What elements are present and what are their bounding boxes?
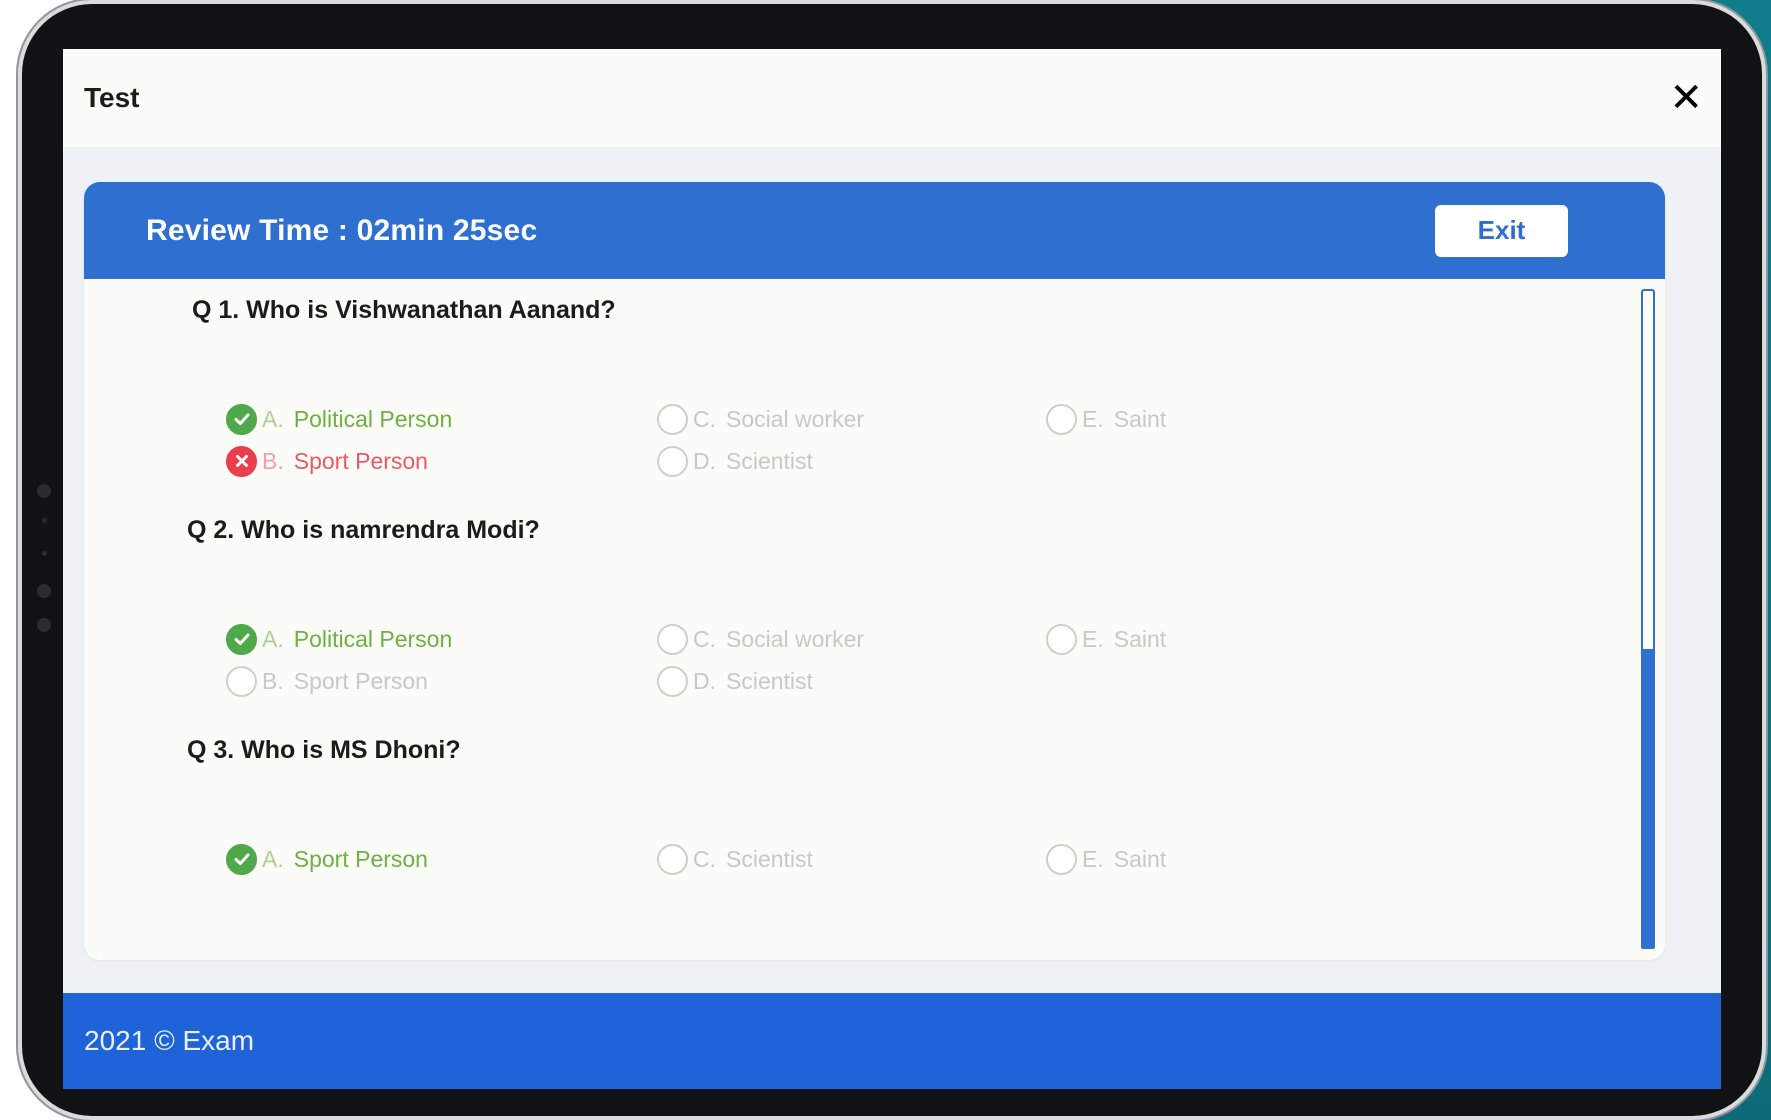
option-letter: E.	[1082, 845, 1104, 872]
review-header: Review Time : 02min 25sec Exit	[84, 182, 1665, 279]
option-text: Social worker	[726, 625, 865, 652]
option-text: Saint	[1113, 845, 1167, 872]
tablet-dot	[41, 551, 47, 556]
radio-circle-icon	[657, 665, 688, 697]
option-text: Saint	[1113, 625, 1167, 652]
answer-option-e[interactable]: E. Saint	[1046, 622, 1166, 656]
option-text: Sport Person	[293, 845, 428, 872]
tablet-dot	[37, 618, 51, 632]
option-text: Scientist	[726, 447, 813, 474]
close-icon[interactable]: ✕	[1669, 78, 1703, 118]
review-time-label: Review Time : 02min 25sec	[146, 213, 538, 247]
answer-option-b[interactable]: B. Sport Person	[226, 444, 428, 478]
check-circle-icon	[226, 843, 257, 875]
footer-text: 2021 © Exam	[84, 1025, 255, 1056]
option-letter: E.	[1082, 625, 1104, 652]
scrollbar-thumb[interactable]	[1641, 649, 1655, 949]
option-letter: C.	[693, 625, 716, 652]
answer-option-a[interactable]: A. Political Person	[226, 622, 452, 656]
cross-circle-icon	[226, 445, 257, 477]
review-card: Review Time : 02min 25sec Exit Q 1. Who …	[84, 182, 1665, 960]
option-text: Political Person	[293, 625, 453, 652]
answer-option-a[interactable]: A. Sport Person	[226, 842, 428, 876]
option-text: Social worker	[726, 405, 865, 432]
answer-option-e[interactable]: E. Saint	[1046, 842, 1166, 876]
option-letter: D.	[693, 447, 716, 474]
option-text: Political Person	[293, 405, 453, 432]
answer-option-d[interactable]: D. Scientist	[657, 664, 813, 698]
footer: 2021 © Exam	[63, 993, 1721, 1089]
tablet-dot	[41, 518, 47, 523]
exit-button[interactable]: Exit	[1435, 204, 1568, 257]
check-circle-icon	[226, 403, 257, 435]
option-letter: A.	[262, 845, 284, 872]
option-letter: B.	[262, 667, 284, 694]
answer-option-e[interactable]: E. Saint	[1046, 402, 1166, 436]
stage: Test ✕ Review Time : 02min 25sec Exit Q …	[0, 0, 1771, 1120]
radio-circle-icon	[226, 665, 257, 697]
question-list[interactable]: Q 1. Who is Vishwanathan Aanand? A. Polit…	[84, 279, 1665, 960]
option-text: Scientist	[726, 667, 813, 694]
radio-circle-icon	[657, 403, 688, 435]
question-title: Q 2. Who is namrendra Modi?	[187, 516, 540, 544]
question-title: Q 3. Who is MS Dhoni?	[187, 736, 461, 764]
option-letter: B.	[262, 447, 284, 474]
radio-circle-icon	[1046, 843, 1077, 875]
radio-circle-icon	[657, 445, 688, 477]
tablet-side-buttons	[34, 484, 54, 652]
radio-circle-icon	[657, 623, 688, 655]
app-screen: Test ✕ Review Time : 02min 25sec Exit Q …	[63, 49, 1721, 1089]
answer-option-c[interactable]: C. Social worker	[657, 622, 864, 656]
option-letter: A.	[262, 405, 284, 432]
option-letter: C.	[693, 845, 716, 872]
option-text: Sport Person	[293, 447, 428, 474]
option-text: Scientist	[726, 845, 813, 872]
option-letter: D.	[693, 667, 716, 694]
tablet-frame: Test ✕ Review Time : 02min 25sec Exit Q …	[22, 4, 1762, 1116]
radio-circle-icon	[1046, 623, 1077, 655]
answer-option-a[interactable]: A. Political Person	[226, 402, 452, 436]
radio-circle-icon	[657, 843, 688, 875]
option-letter: C.	[693, 405, 716, 432]
scrollbar[interactable]	[1641, 289, 1655, 949]
option-text: Saint	[1113, 405, 1167, 432]
question-title: Q 1. Who is Vishwanathan Aanand?	[192, 296, 616, 324]
option-text: Sport Person	[293, 667, 428, 694]
answer-option-c[interactable]: C. Social worker	[657, 402, 864, 436]
window-title: Test	[84, 82, 140, 113]
check-circle-icon	[226, 623, 257, 655]
tablet-dot	[37, 584, 51, 598]
tablet-dot	[37, 484, 51, 498]
answer-option-d[interactable]: D. Scientist	[657, 444, 813, 478]
radio-circle-icon	[1046, 403, 1077, 435]
answer-option-c[interactable]: C. Scientist	[657, 842, 813, 876]
window-header: Test ✕	[63, 49, 1721, 147]
option-letter: E.	[1082, 405, 1104, 432]
answer-option-b[interactable]: B. Sport Person	[226, 664, 428, 698]
option-letter: A.	[262, 625, 284, 652]
